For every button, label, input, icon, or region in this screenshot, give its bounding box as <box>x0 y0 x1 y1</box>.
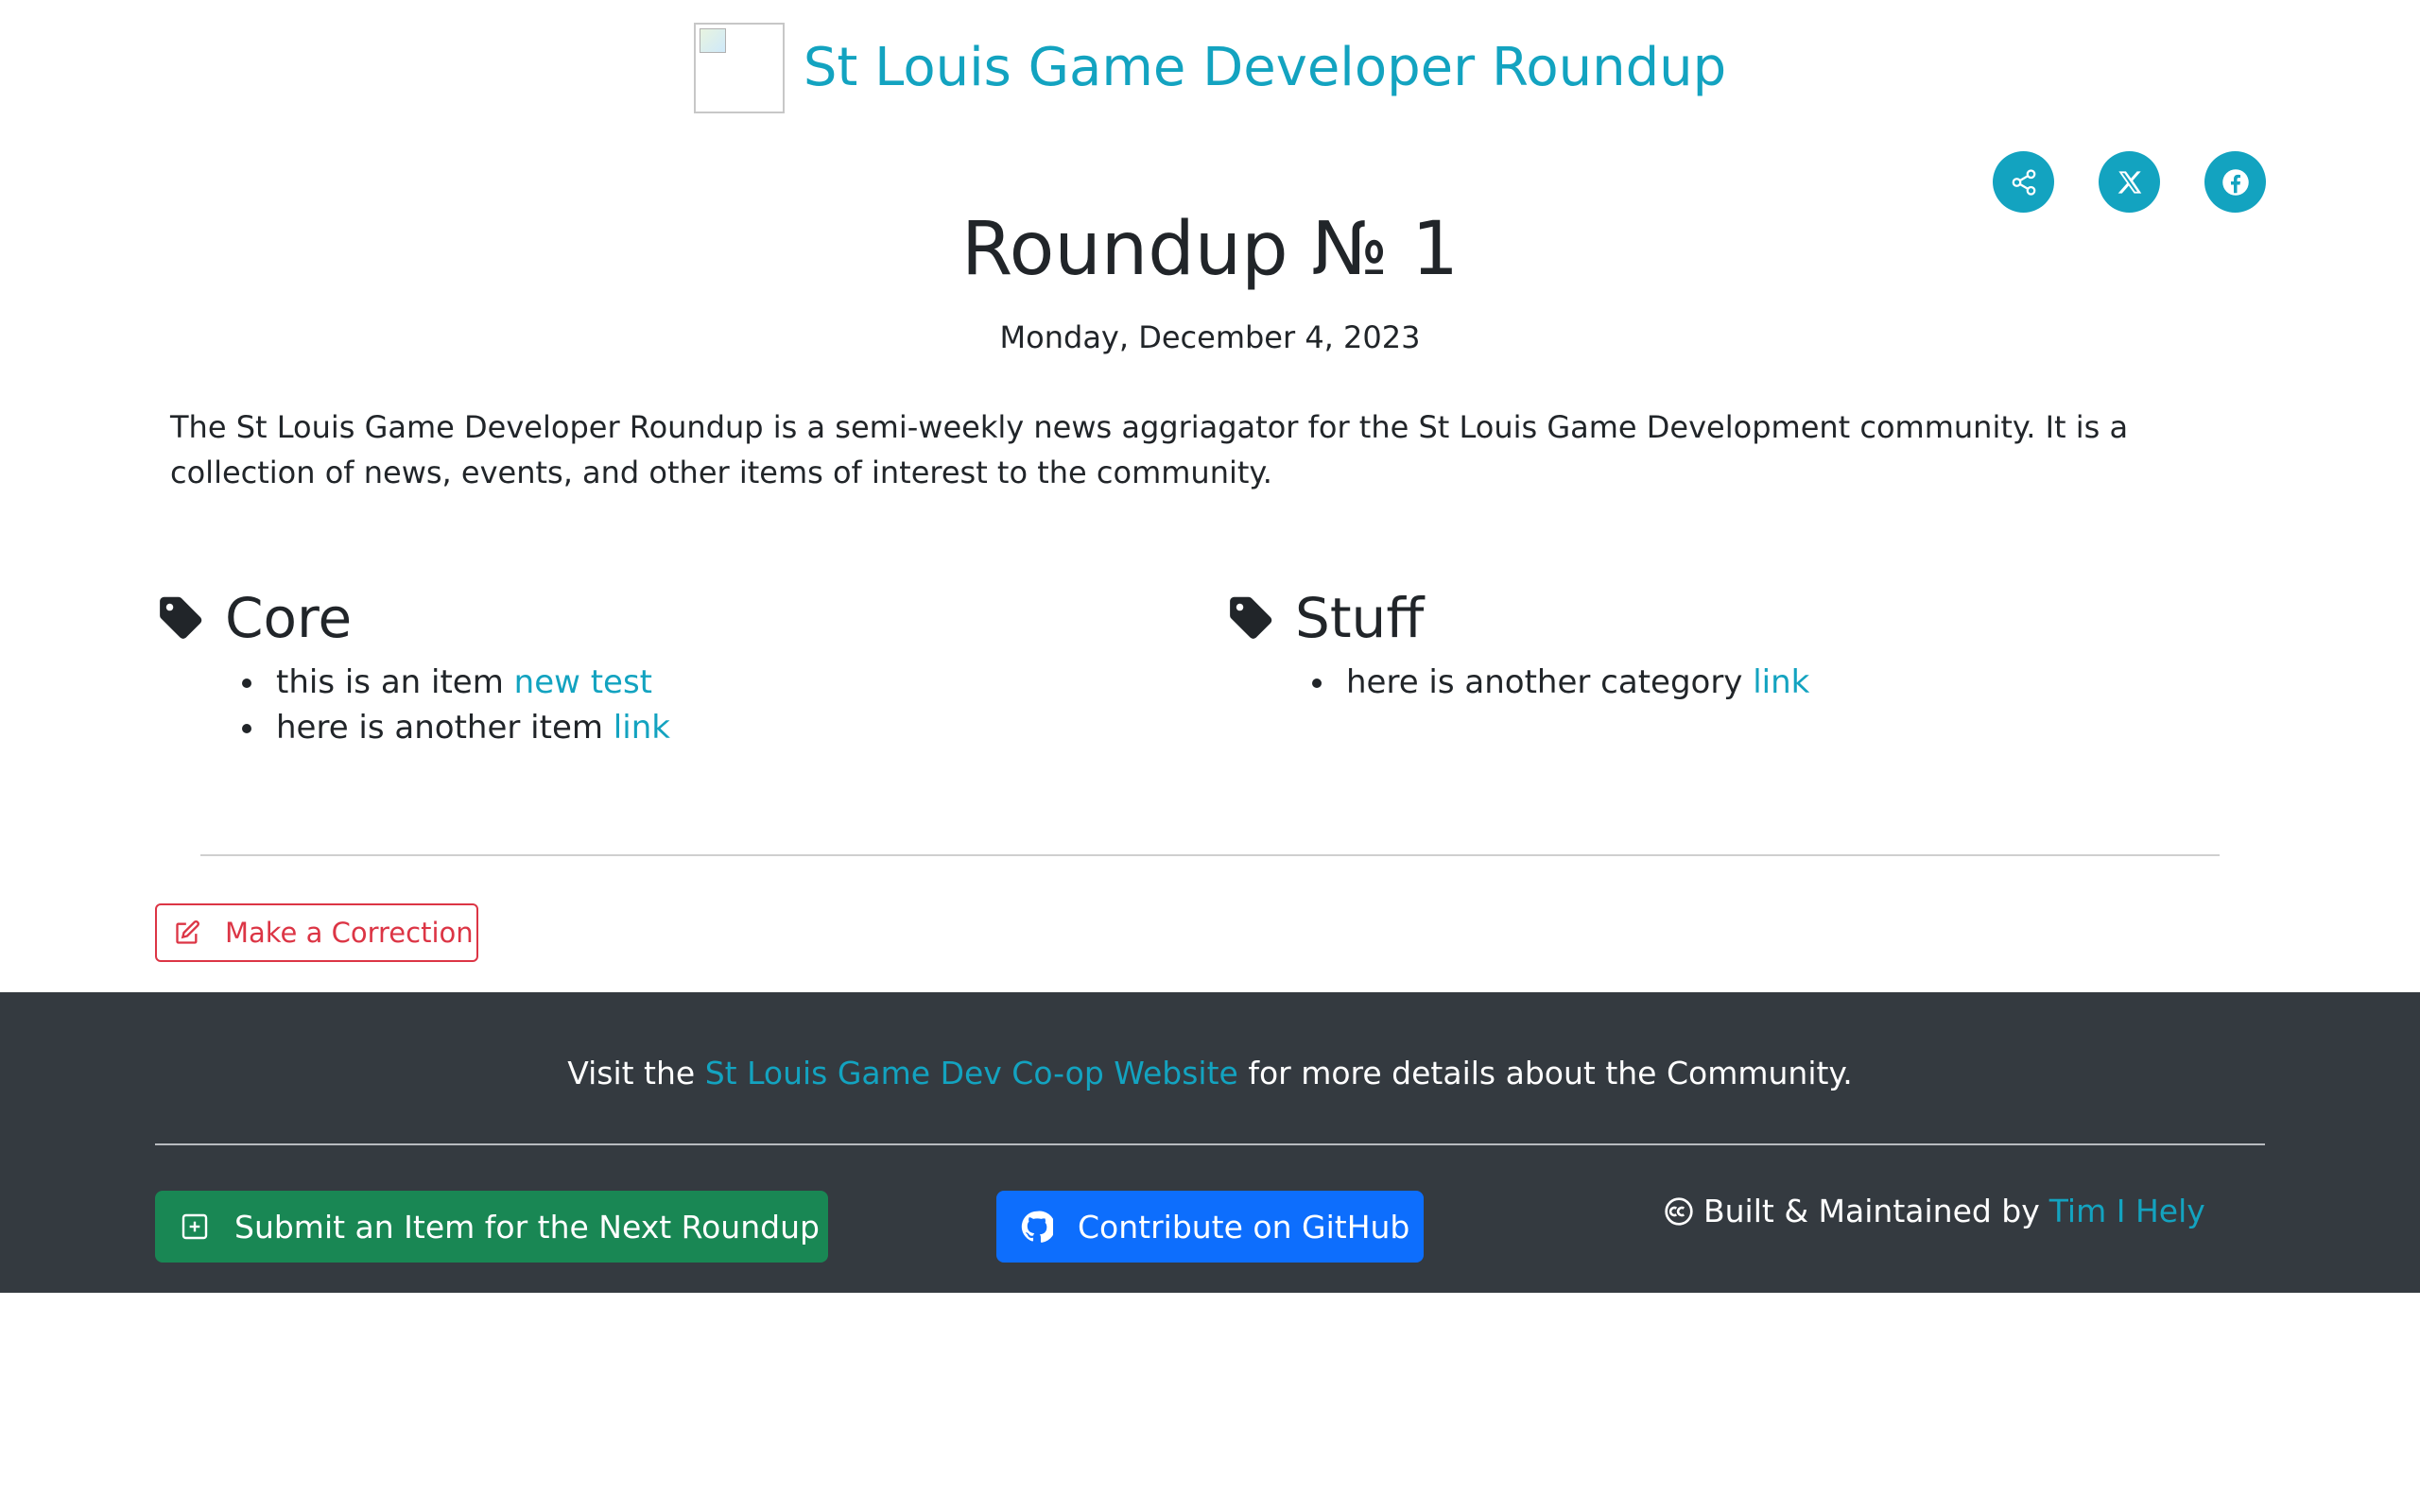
x-icon <box>2118 170 2141 194</box>
category-item-list: this is an item new test here is another… <box>157 660 1197 750</box>
facebook-icon <box>2221 168 2249 196</box>
list-item: here is another item link <box>242 705 1197 750</box>
facebook-share-button[interactable] <box>2204 151 2266 213</box>
coop-website-link[interactable]: St Louis Game Dev Co-op Website <box>705 1055 1238 1091</box>
list-item: this is an item new test <box>242 660 1197 705</box>
intro-text: The St Louis Game Developer Roundup is a… <box>170 409 2129 490</box>
site-title-link[interactable]: St Louis Game Developer Roundup <box>804 42 1726 94</box>
make-correction-button[interactable]: Make a Correction <box>155 903 478 962</box>
correction-label: Make a Correction <box>225 917 474 949</box>
visit-suffix: for more details about the Community. <box>1237 1055 1853 1091</box>
author-link[interactable]: Tim I Hely <box>2049 1193 2205 1229</box>
plus-square-icon <box>182 1213 208 1240</box>
contribute-github-button[interactable]: Contribute on GitHub <box>996 1191 1424 1263</box>
category-core: Core this is an item new test here is an… <box>157 584 1197 750</box>
share-button[interactable] <box>1993 151 2054 213</box>
list-item: here is another category link <box>1312 660 2267 705</box>
category-item-list: here is another category link <box>1227 660 2267 705</box>
tag-icon <box>160 596 202 639</box>
item-text: here is another category <box>1346 663 1754 701</box>
category-title: Core <box>225 586 353 650</box>
category-stuff: Stuff here is another category link <box>1227 584 2267 705</box>
item-text: here is another item <box>276 709 614 747</box>
item-link[interactable]: link <box>614 709 670 747</box>
share-icon <box>2012 168 2035 196</box>
item-link[interactable]: link <box>1753 663 1809 701</box>
github-label: Contribute on GitHub <box>1078 1208 1410 1246</box>
footer-visit-text: Visit the St Louis Game Dev Co-op Websit… <box>0 1055 2420 1091</box>
broken-image-icon[interactable] <box>693 23 785 113</box>
roundup-date: Monday, December 4, 2023 <box>999 319 1421 355</box>
x-share-button[interactable] <box>2099 151 2160 213</box>
share-buttons <box>1993 151 2266 213</box>
submit-label: Submit an Item for the Next Roundup <box>234 1208 820 1246</box>
footer: Visit the St Louis Game Dev Co-op Websit… <box>0 992 2420 1293</box>
submit-item-button[interactable]: Submit an Item for the Next Roundup <box>155 1191 828 1263</box>
github-icon <box>1021 1211 1053 1243</box>
edit-icon <box>176 920 199 944</box>
visit-prefix: Visit the <box>567 1055 705 1091</box>
tag-icon <box>1230 596 1272 639</box>
built-prefix: Built & Maintained by <box>1703 1193 2040 1229</box>
category-title: Stuff <box>1295 586 1425 650</box>
page-title: Roundup № 1 <box>960 207 1460 292</box>
creative-commons-icon <box>1665 1196 1693 1226</box>
item-text: this is an item <box>276 663 514 701</box>
footer-divider <box>155 1143 2265 1145</box>
item-link[interactable]: new test <box>514 663 652 701</box>
section-divider <box>200 854 2220 856</box>
built-by: Built & Maintained by Tim I Hely <box>1664 1193 2205 1229</box>
site-header: St Louis Game Developer Roundup <box>0 21 2420 115</box>
